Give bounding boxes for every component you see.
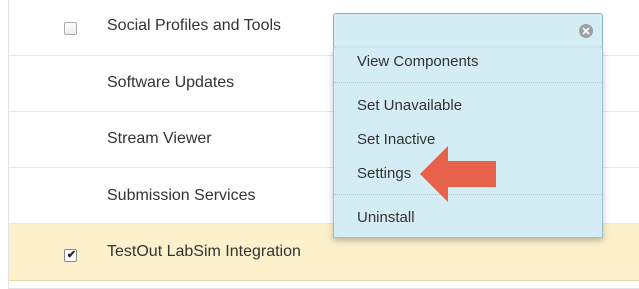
menu-item-set-unavailable[interactable]: Set Unavailable (357, 97, 462, 114)
annotation-arrow-icon (420, 146, 496, 202)
row-checkbox-checked[interactable]: ✔ (64, 249, 77, 262)
row-label: TestOut LabSim Integration (107, 243, 301, 260)
menu-item-uninstall[interactable]: Uninstall (357, 209, 415, 226)
menu-item-settings[interactable]: Settings (357, 165, 411, 182)
clear-icon[interactable] (579, 24, 593, 38)
row-label: Software Updates (107, 74, 235, 91)
row-label: Stream Viewer (107, 130, 212, 147)
row-label: Social Profiles and Tools (107, 17, 282, 34)
arrow-shape (420, 146, 496, 202)
row-label: Submission Services (107, 187, 256, 204)
row-checkbox[interactable] (64, 22, 77, 35)
actions-dropdown-field[interactable] (333, 13, 603, 49)
checkmark-icon: ✔ (66, 249, 77, 261)
menu-item-view-components[interactable]: View Components (357, 53, 478, 70)
menu-divider (334, 82, 602, 83)
